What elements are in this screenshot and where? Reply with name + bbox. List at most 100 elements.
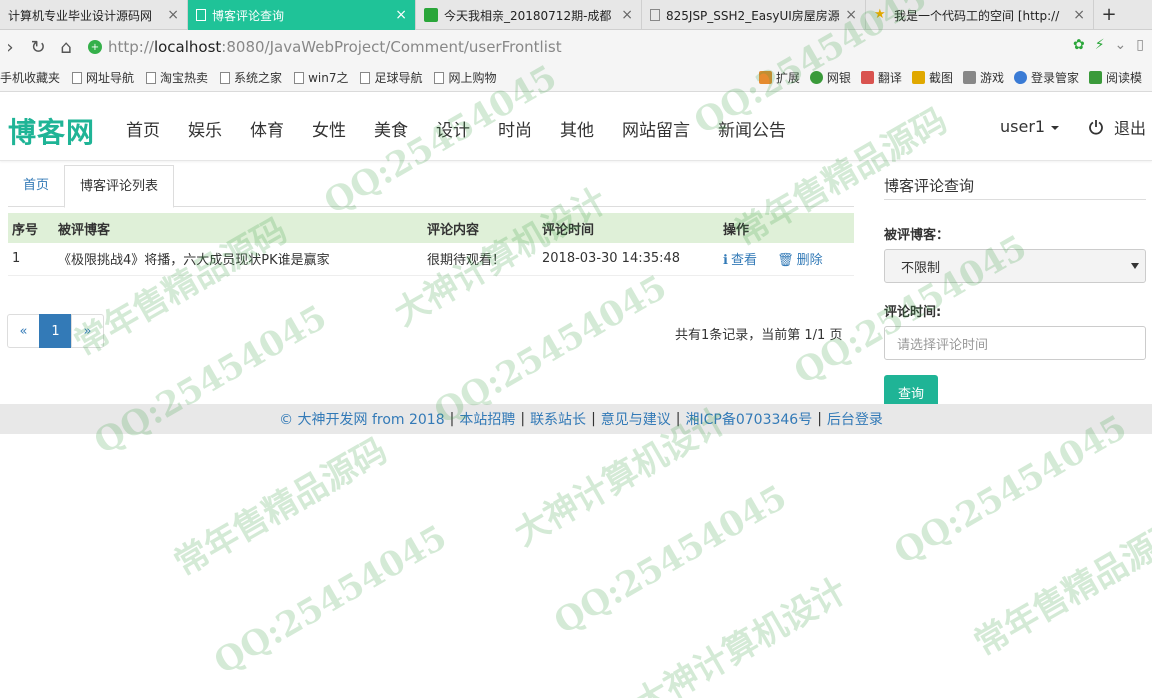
scissors-icon (911, 71, 925, 84)
nav-item-guestbook[interactable]: 网站留言 (622, 116, 690, 141)
main-nav: 首页 娱乐 体育 女性 美食 设计 时尚 其他 网站留言 新闻公告 (112, 95, 800, 161)
username: user1 (1000, 117, 1046, 136)
nav-item-design[interactable]: 设计 (436, 116, 470, 141)
bookmark-item[interactable]: 网上购物 (434, 69, 496, 86)
screenshot-button[interactable]: 截图 (911, 69, 953, 86)
url-host: localhost (153, 38, 222, 56)
bookmark-item[interactable]: win7之 (294, 69, 348, 86)
watermark-text: 常年售精品源码 (167, 430, 394, 585)
url-field[interactable]: + http://localhost:8080/JavaWebProject/C… (88, 38, 562, 56)
browser-tab-label: 825JSP_SSH2_EasyUI房屋房源 (666, 8, 840, 23)
browser-tab[interactable]: ★ 我是一个代码工的空间 [http:// × (866, 0, 1094, 30)
toolbar-label: 翻译 (877, 71, 902, 85)
breadcrumb: 首页 博客评论列表 (8, 165, 854, 208)
page-next-button[interactable]: » (71, 314, 104, 348)
user-menu[interactable]: user1 (1000, 117, 1060, 136)
new-tab-button[interactable]: + (1094, 0, 1124, 29)
browser-tab[interactable]: 825JSP_SSH2_EasyUI房屋房源 × (642, 0, 866, 30)
footer-copyright[interactable]: © 大神开发网 from 2018 (279, 409, 445, 429)
reading-mode-button[interactable]: 阅读模 (1088, 69, 1142, 86)
browser-tab-label: 计算机专业毕业设计源码网 (8, 8, 153, 23)
bookmark-label: 足球导航 (374, 71, 423, 85)
blog-filter-label: 被评博客： (884, 228, 950, 243)
browser-tab-bar: 计算机专业毕业设计源码网 × 博客评论查询 × 今天我相亲_20180712期-… (0, 0, 1152, 30)
extension-icon[interactable]: ✿ (1073, 37, 1085, 53)
address-actions: ✿ ⚡ ⌄ ▯ (1073, 37, 1144, 53)
bookmark-item[interactable]: 网址导航 (72, 69, 134, 86)
footer-link-admin-login[interactable]: 后台登录 (827, 409, 883, 429)
games-button[interactable]: 游戏 (962, 69, 1004, 86)
cell-content: 很期待观看！ (423, 243, 538, 276)
browser-tab[interactable]: 今天我相亲_20180712期-成都 × (416, 0, 642, 30)
breadcrumb-home[interactable]: 首页 (8, 165, 64, 207)
trash-icon: 🗑 (777, 253, 794, 269)
cell-actions: ℹ 查看 🗑 删除 (719, 243, 854, 276)
close-icon[interactable]: × (167, 7, 179, 23)
delete-button[interactable]: 🗑 删除 (777, 253, 823, 268)
translate-button[interactable]: 翻译 (860, 69, 902, 86)
blog-filter-value: 不限制 (901, 260, 941, 276)
refresh-icon[interactable]: ↻ (24, 33, 52, 61)
watermark-text: 常年售精品源码 (967, 510, 1152, 665)
nav-item-sports[interactable]: 体育 (250, 116, 284, 141)
bookmark-item[interactable]: 足球导航 (360, 69, 422, 86)
secure-shield-icon: + (88, 40, 102, 54)
table-row: 1 《极限挑战4》将播，六大成员现状PK谁是赢家 很期待观看！ 2018-03-… (8, 243, 854, 276)
bookmark-label: 手机收藏夹 (0, 71, 61, 85)
browser-tab-active[interactable]: 博客评论查询 × (188, 0, 416, 30)
login-manager-button[interactable]: 登录管家 (1013, 69, 1079, 86)
footer-link-jobs[interactable]: 本站招聘 (459, 409, 515, 429)
info-icon: ℹ (723, 253, 728, 269)
gamepad-icon (962, 71, 976, 84)
time-filter-label: 评论时间: (884, 305, 942, 320)
bookmark-label: win7之 (308, 71, 349, 85)
bookmark-item[interactable]: 系统之家 (220, 69, 282, 86)
close-icon[interactable]: × (621, 7, 633, 23)
nav-item-women[interactable]: 女性 (312, 116, 346, 141)
power-icon (1089, 120, 1103, 135)
page-icon (220, 71, 231, 84)
site-logo[interactable]: 博客网 (8, 111, 95, 151)
extensions-button[interactable]: 扩展 (758, 69, 800, 86)
nav-item-other[interactable]: 其他 (560, 116, 594, 141)
url-path: :8080/JavaWebProject/Comment/userFrontli… (221, 38, 562, 56)
close-icon[interactable]: × (1073, 7, 1085, 23)
column-header: 被评博客 (54, 213, 423, 243)
toolbar-label: 阅读模 (1105, 71, 1142, 85)
footer-link-contact[interactable]: 联系站长 (530, 409, 586, 429)
address-bar: › ↻ ⌂ + http://localhost:8080/JavaWebPro… (0, 30, 1152, 64)
nav-item-home[interactable]: 首页 (126, 116, 160, 141)
bookmark-item[interactable]: 淘宝热卖 (146, 69, 208, 86)
bookmark-item[interactable]: 手机收藏夹 (0, 69, 60, 86)
toolbar-label: 网银 (826, 71, 851, 85)
nav-item-food[interactable]: 美食 (374, 116, 408, 141)
browser-tab-label: 今天我相亲_20180712期-成都 (444, 8, 612, 23)
nav-item-fashion[interactable]: 时尚 (498, 116, 532, 141)
browser-tab[interactable]: 计算机专业毕业设计源码网 × (0, 0, 188, 30)
dropdown-icon[interactable]: ⌄ (1115, 37, 1127, 53)
cell-blog: 《极限挑战4》将播，六大成员现状PK谁是赢家 (54, 243, 423, 276)
column-header: 评论时间 (538, 213, 719, 243)
watermark-text: QQ:25454045 (547, 477, 794, 643)
page-prev-button[interactable]: « (7, 314, 40, 348)
netbank-button[interactable]: 网银 (809, 69, 851, 86)
breadcrumb-current[interactable]: 博客评论列表 (64, 165, 175, 208)
nav-item-entertainment[interactable]: 娱乐 (188, 116, 222, 141)
close-icon[interactable]: × (395, 7, 407, 23)
toolbar-label: 登录管家 (1030, 71, 1079, 85)
logout-button[interactable]: 退出 (1088, 115, 1146, 139)
mobile-icon[interactable]: ▯ (1136, 37, 1144, 53)
blog-filter-select[interactable]: 不限制 (884, 249, 1146, 283)
close-icon[interactable]: × (845, 7, 857, 23)
view-button[interactable]: ℹ 查看 (723, 253, 757, 268)
time-filter-input[interactable]: 请选择评论时间 (884, 326, 1146, 360)
home-icon[interactable]: ⌂ (52, 33, 80, 61)
forward-icon[interactable]: › (0, 33, 24, 61)
page-current-button[interactable]: 1 (39, 314, 72, 348)
toolbar-label: 截图 (928, 71, 953, 85)
lightning-icon[interactable]: ⚡ (1095, 37, 1105, 53)
nav-item-announcements[interactable]: 新闻公告 (718, 116, 786, 141)
toolbar-label: 扩展 (775, 71, 800, 85)
footer-link-feedback[interactable]: 意见与建议 (601, 409, 671, 429)
footer-link-icp[interactable]: 湘ICP备0703346号 (686, 409, 813, 429)
